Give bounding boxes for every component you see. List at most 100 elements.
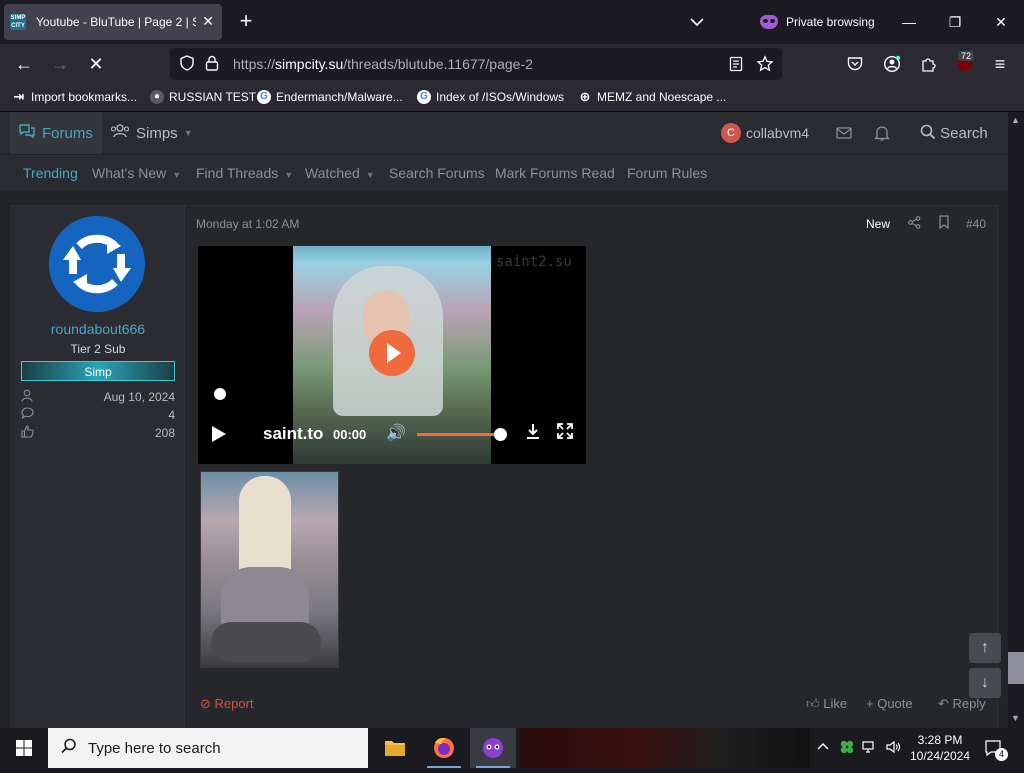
- start-button[interactable]: [0, 728, 48, 768]
- search-icon: [60, 737, 78, 760]
- url-bar[interactable]: https://simpcity.su/threads/blutube.1167…: [170, 48, 782, 80]
- like-button[interactable]: 👍︎ Like: [806, 696, 847, 712]
- taskbar-clock[interactable]: 3:28 PM 10/24/2024: [908, 732, 972, 764]
- scroll-to-top-icon[interactable]: ↑: [969, 633, 1001, 663]
- scrollbar-thumb[interactable]: [1008, 652, 1024, 684]
- report-button[interactable]: ⊘ Report: [200, 696, 254, 712]
- bookmark-post-icon[interactable]: [938, 215, 950, 232]
- clover-tray-icon[interactable]: [839, 739, 855, 758]
- bookmark-import[interactable]: ⇥ Import bookmarks...: [12, 90, 137, 105]
- back-arrow-icon[interactable]: ←: [12, 52, 36, 76]
- seek-handle[interactable]: [214, 388, 226, 400]
- user-icon: [21, 389, 33, 405]
- minimize-icon[interactable]: —: [897, 10, 921, 34]
- maximize-icon[interactable]: ❐: [943, 10, 967, 34]
- network-icon[interactable]: [862, 740, 878, 757]
- player-brand: saint.to: [263, 424, 324, 443]
- subnav-find-threads[interactable]: Find Threads ▼: [196, 165, 293, 181]
- search-label: Search: [940, 125, 988, 142]
- sub-navigation: Trending What's New ▼ Find Threads ▼ Watch…: [0, 154, 1008, 190]
- notification-count-badge: 4: [995, 748, 1008, 761]
- fullscreen-icon[interactable]: [556, 422, 574, 445]
- file-explorer-taskbar-button[interactable]: [372, 728, 418, 768]
- subnav-watched[interactable]: Watched ▼: [305, 165, 375, 181]
- stop-loading-icon[interactable]: ✕: [84, 52, 108, 76]
- bookmark-memz[interactable]: ⊕ MEMZ and Noescape ...: [578, 89, 727, 105]
- reader-view-icon[interactable]: [728, 56, 744, 77]
- author-title: Tier 2 Sub: [70, 342, 126, 356]
- author-username[interactable]: roundabout666: [11, 321, 185, 337]
- reaction-score: 208: [154, 426, 175, 440]
- chevron-down-icon: ▼: [365, 170, 375, 180]
- tracking-protection-icon[interactable]: [178, 54, 196, 77]
- firefox-taskbar-button[interactable]: [421, 728, 467, 768]
- firefox-icon: [434, 738, 454, 758]
- play-icon[interactable]: [212, 426, 226, 442]
- window-close-icon[interactable]: ✕: [989, 10, 1013, 34]
- post-author-panel: roundabout666 Tier 2 Sub Simp Aug 10, 20…: [11, 206, 185, 728]
- quote-button[interactable]: + Quote: [866, 696, 913, 711]
- lock-icon[interactable]: [204, 54, 220, 77]
- reply-button[interactable]: ↶ Reply: [938, 696, 986, 712]
- inbox-icon[interactable]: [835, 125, 853, 146]
- post-date[interactable]: Monday at 1:02 AM: [196, 217, 299, 231]
- bookmark-endermanch[interactable]: G Endermanch/Malware...: [257, 90, 403, 104]
- subnav-search-forums[interactable]: Search Forums: [389, 165, 485, 181]
- attached-image[interactable]: [200, 471, 339, 668]
- simps-tab[interactable]: Simps ▼: [110, 124, 193, 142]
- bookmark-star-icon[interactable]: [756, 55, 774, 78]
- page-scrollbar[interactable]: ▲ ▼: [1008, 112, 1024, 728]
- forum-header: Forums Simps ▼ C collabvm4 Search: [0, 112, 1008, 154]
- extension-badge-count: 72: [958, 51, 975, 61]
- forward-arrow-icon[interactable]: →: [48, 52, 72, 76]
- chevron-down-icon: ▼: [172, 170, 182, 180]
- scroll-down-arrow-icon[interactable]: ▼: [1011, 713, 1020, 723]
- account-icon[interactable]: [883, 55, 901, 78]
- speaker-icon[interactable]: [885, 739, 901, 758]
- bookmark-isos[interactable]: G Index of /ISOs/Windows: [417, 90, 564, 104]
- app-menu-icon[interactable]: ≡: [988, 52, 1012, 76]
- post-message: Monday at 1:02 AM New #40 saint2.su sain…: [186, 206, 998, 728]
- subnav-label: What's New: [92, 165, 167, 181]
- active-tab[interactable]: SIMP CITY Youtube - BluTube | Page 2 | S…: [4, 4, 222, 40]
- volume-icon[interactable]: 🔊: [386, 423, 406, 443]
- scroll-up-arrow-icon[interactable]: ▲: [1011, 115, 1020, 125]
- new-tab-icon[interactable]: +: [232, 8, 260, 36]
- volume-slider-knob[interactable]: [494, 428, 507, 441]
- author-avatar[interactable]: [49, 216, 145, 312]
- download-icon[interactable]: [524, 422, 542, 445]
- video-time: 00:00: [333, 427, 367, 442]
- system-tray: 3:28 PM 10/24/2024 4: [812, 728, 1024, 768]
- chevron-up-icon[interactable]: [816, 740, 830, 757]
- bookmark-russian-test[interactable]: ● RUSSIAN TEST: [150, 90, 256, 104]
- url-host: simpcity.su: [275, 56, 344, 72]
- google-icon: G: [257, 90, 271, 104]
- url-text[interactable]: https://simpcity.su/threads/blutube.1167…: [233, 56, 533, 72]
- share-icon[interactable]: [908, 216, 921, 232]
- warning-icon: ⊘: [200, 696, 211, 711]
- forums-tab[interactable]: Forums: [10, 112, 102, 154]
- user-account-link[interactable]: C collabvm4: [721, 123, 809, 143]
- post-number[interactable]: #40: [966, 217, 986, 231]
- subnav-forum-rules[interactable]: Forum Rules: [627, 165, 707, 181]
- stat-messages: 4: [21, 407, 175, 425]
- big-play-icon[interactable]: [369, 330, 415, 376]
- reply-label: Reply: [952, 696, 986, 711]
- search-button[interactable]: Search: [920, 124, 988, 142]
- subnav-mark-forums-read[interactable]: Mark Forums Read: [495, 165, 615, 181]
- bell-icon[interactable]: [873, 124, 891, 147]
- scroll-to-bottom-icon[interactable]: ↓: [969, 668, 1001, 698]
- thumbs-up-icon: 👍︎: [806, 696, 820, 711]
- extensions-puzzle-icon[interactable]: [920, 55, 938, 78]
- volume-slider[interactable]: [417, 433, 499, 436]
- close-tab-icon[interactable]: ✕: [202, 13, 214, 30]
- globe-icon: ⊕: [579, 89, 591, 104]
- chevron-down-icon: ▼: [284, 170, 294, 180]
- video-player[interactable]: saint2.su saint.to 00:00 🔊: [198, 246, 586, 464]
- taskbar-search-box[interactable]: Type here to search: [48, 728, 368, 768]
- pocket-icon[interactable]: [846, 55, 864, 78]
- firefox-private-taskbar-button[interactable]: [470, 728, 516, 768]
- subnav-whats-new[interactable]: What's New ▼: [92, 165, 181, 181]
- list-all-tabs-icon[interactable]: [686, 12, 708, 32]
- subnav-trending[interactable]: Trending: [23, 165, 78, 181]
